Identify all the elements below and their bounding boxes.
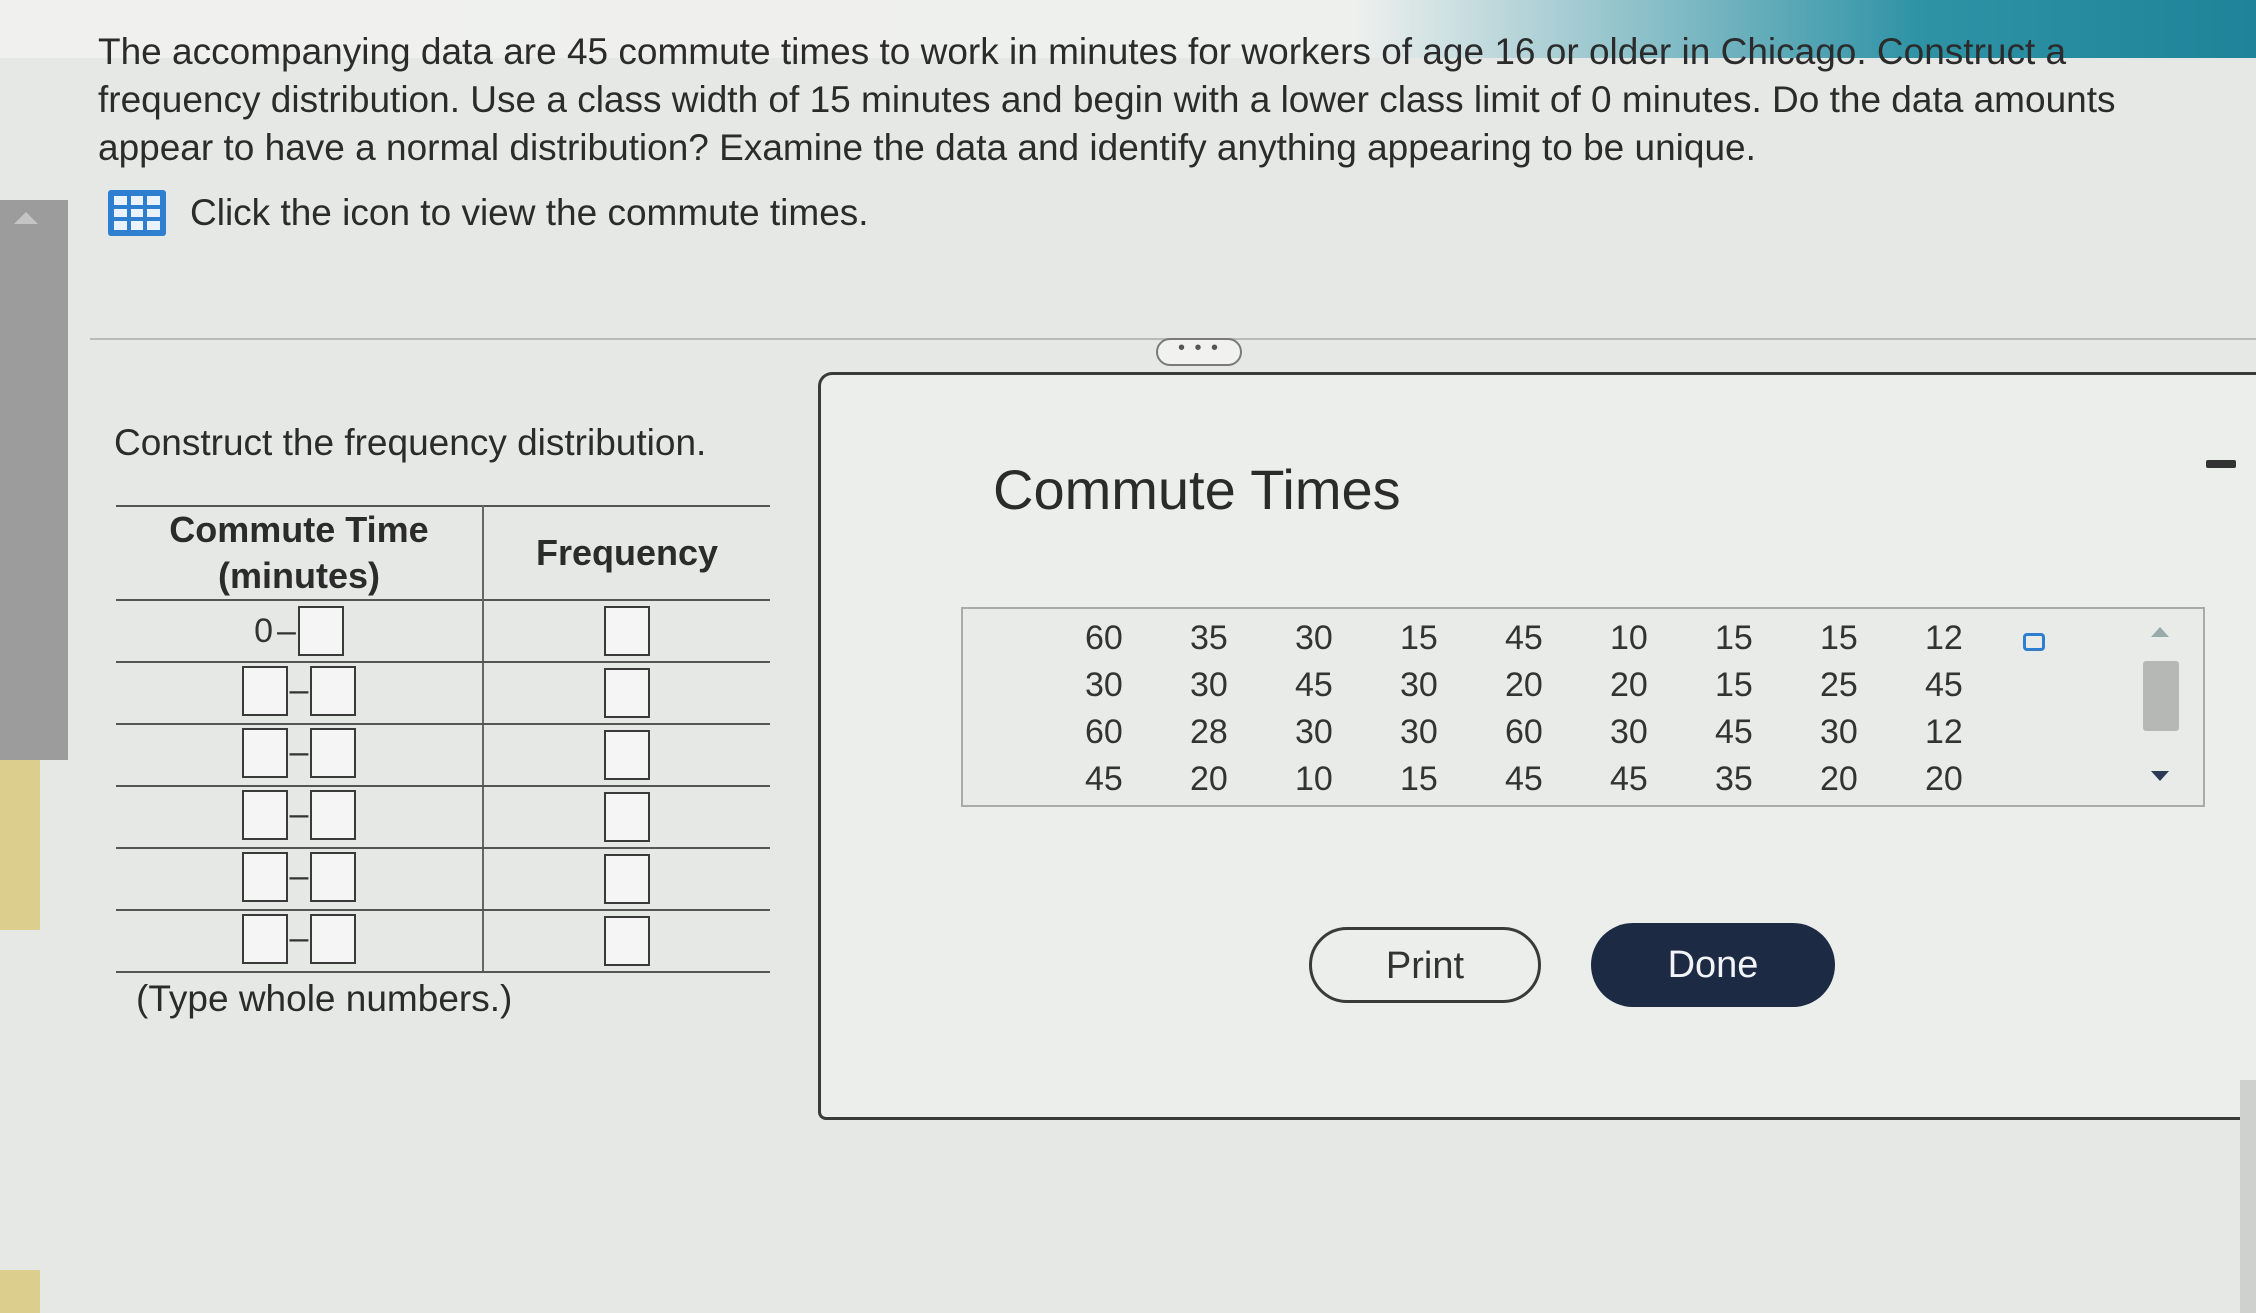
minimize-icon[interactable] <box>2206 460 2236 468</box>
commute-value: 30 <box>1295 619 1333 657</box>
commute-value: 30 <box>1820 713 1858 751</box>
commute-value: 15 <box>1715 619 1753 657</box>
commute-value: 20 <box>1610 666 1648 704</box>
class-range: – <box>241 665 357 716</box>
commute-value: 10 <box>1295 760 1333 798</box>
commute-value: 12 <box>1925 713 1963 751</box>
commute-value: 15 <box>1400 760 1438 798</box>
frequency-input[interactable] <box>604 792 650 842</box>
commute-value: 30 <box>1400 713 1438 751</box>
left-edge-strip <box>0 760 40 930</box>
commute-value: 15 <box>1715 666 1753 704</box>
commute-value: 30 <box>1085 666 1123 704</box>
commute-value: 45 <box>1085 760 1123 798</box>
table-row: – <box>116 662 770 725</box>
table-row: – <box>116 786 770 849</box>
commute-value: 20 <box>1505 666 1543 704</box>
frequency-input[interactable] <box>604 916 650 966</box>
hint-row: Click the icon to view the commute times… <box>108 190 869 236</box>
commute-value: 45 <box>1610 760 1648 798</box>
expand-button[interactable]: • • • <box>1156 338 1242 366</box>
upper-limit-input[interactable] <box>297 606 344 656</box>
done-button[interactable]: Done <box>1591 923 1835 1007</box>
scroll-up-icon[interactable] <box>2151 627 2169 637</box>
lower-limit-input[interactable] <box>241 789 288 840</box>
table-header-row: Commute Time (minutes) Frequency <box>116 506 770 600</box>
scroll-down-icon[interactable] <box>2151 771 2169 781</box>
commute-value: 30 <box>1295 713 1333 751</box>
data-panel: 60 35 30 15 45 10 15 15 12 30 30 45 30 20 20 15 25 45 60 28… <box>961 607 2205 807</box>
commute-value: 60 <box>1085 713 1123 751</box>
class-range: 0– <box>254 606 344 656</box>
commute-value: 45 <box>1505 760 1543 798</box>
class-range: – <box>241 851 357 902</box>
frequency-table: Commute Time (minutes) Frequency 0– – – … <box>116 505 770 973</box>
table-row: – <box>116 910 770 973</box>
lower-limit-input[interactable] <box>241 665 288 716</box>
commute-value: 20 <box>1925 760 1963 798</box>
commute-value: 30 <box>1400 666 1438 704</box>
frequency-input[interactable] <box>604 730 650 780</box>
commute-value: 12 <box>1925 619 1963 657</box>
commute-value: 20 <box>1820 760 1858 798</box>
commute-value: 30 <box>1610 713 1648 751</box>
table-row: 0– <box>116 600 770 663</box>
commute-value: 45 <box>1715 713 1753 751</box>
class-range: – <box>241 913 357 964</box>
left-edge-strip-bottom <box>0 1270 40 1313</box>
lower-limit-input[interactable] <box>241 913 288 964</box>
table-row: – <box>116 848 770 911</box>
left-scroll-track[interactable] <box>0 200 68 760</box>
construct-label: Construct the frequency distribution. <box>114 422 707 463</box>
lower-limit-input[interactable] <box>241 727 288 778</box>
upper-limit-input[interactable] <box>310 851 357 902</box>
commute-value: 60 <box>1085 619 1123 657</box>
print-button[interactable]: Print <box>1309 927 1541 1003</box>
commute-value: 35 <box>1190 619 1228 657</box>
hint-text: Click the icon to view the commute times… <box>190 192 869 233</box>
commute-data-grid: 60 35 30 15 45 10 15 15 12 30 30 45 30 20 20 15 25 45 60 28… <box>1085 619 2030 807</box>
frequency-header: Frequency <box>535 532 719 573</box>
frequency-input[interactable] <box>604 606 650 656</box>
commute-value: 45 <box>1295 666 1333 704</box>
frequency-input[interactable] <box>604 668 650 718</box>
commute-value: 25 <box>1820 666 1858 704</box>
dialog-title: Commute Times <box>993 458 1401 521</box>
commute-value: 30 <box>1190 666 1228 704</box>
upper-limit-input[interactable] <box>310 913 357 964</box>
right-edge-panel <box>2240 1080 2256 1313</box>
left-scroll-up-icon[interactable] <box>14 212 38 224</box>
scroll-thumb[interactable] <box>2143 661 2179 731</box>
commute-times-dialog: Commute Times 60 35 30 15 45 10 15 15 12 30 30 45 30… <box>818 372 2256 1120</box>
upper-limit-input[interactable] <box>310 789 357 840</box>
class-range: – <box>241 789 357 840</box>
data-table-grid-icon[interactable] <box>108 190 166 236</box>
upper-limit-input[interactable] <box>310 665 357 716</box>
commute-value: 35 <box>1715 760 1753 798</box>
copy-icon[interactable] <box>2023 633 2045 651</box>
data-scrollbar[interactable] <box>2141 621 2181 793</box>
commute-value: 45 <box>1505 619 1543 657</box>
table-row: – <box>116 724 770 787</box>
commute-value: 45 <box>1925 666 1963 704</box>
commute-value: 20 <box>1190 760 1228 798</box>
frequency-input[interactable] <box>604 854 650 904</box>
commute-value: 28 <box>1190 713 1228 751</box>
commute-value: 10 <box>1610 619 1648 657</box>
upper-limit-input[interactable] <box>310 727 357 778</box>
commute-value: 15 <box>1820 619 1858 657</box>
class-range: – <box>241 727 357 778</box>
question-text: The accompanying data are 45 commute tim… <box>98 31 2116 168</box>
commute-value: 15 <box>1400 619 1438 657</box>
commute-time-header: Commute Time (minutes) <box>116 506 484 600</box>
lower-limit-input[interactable] <box>241 851 288 902</box>
commute-value: 60 <box>1505 713 1543 751</box>
lower-limit-value: 0 <box>254 611 273 650</box>
type-whole-numbers-note: (Type whole numbers.) <box>136 978 513 1019</box>
